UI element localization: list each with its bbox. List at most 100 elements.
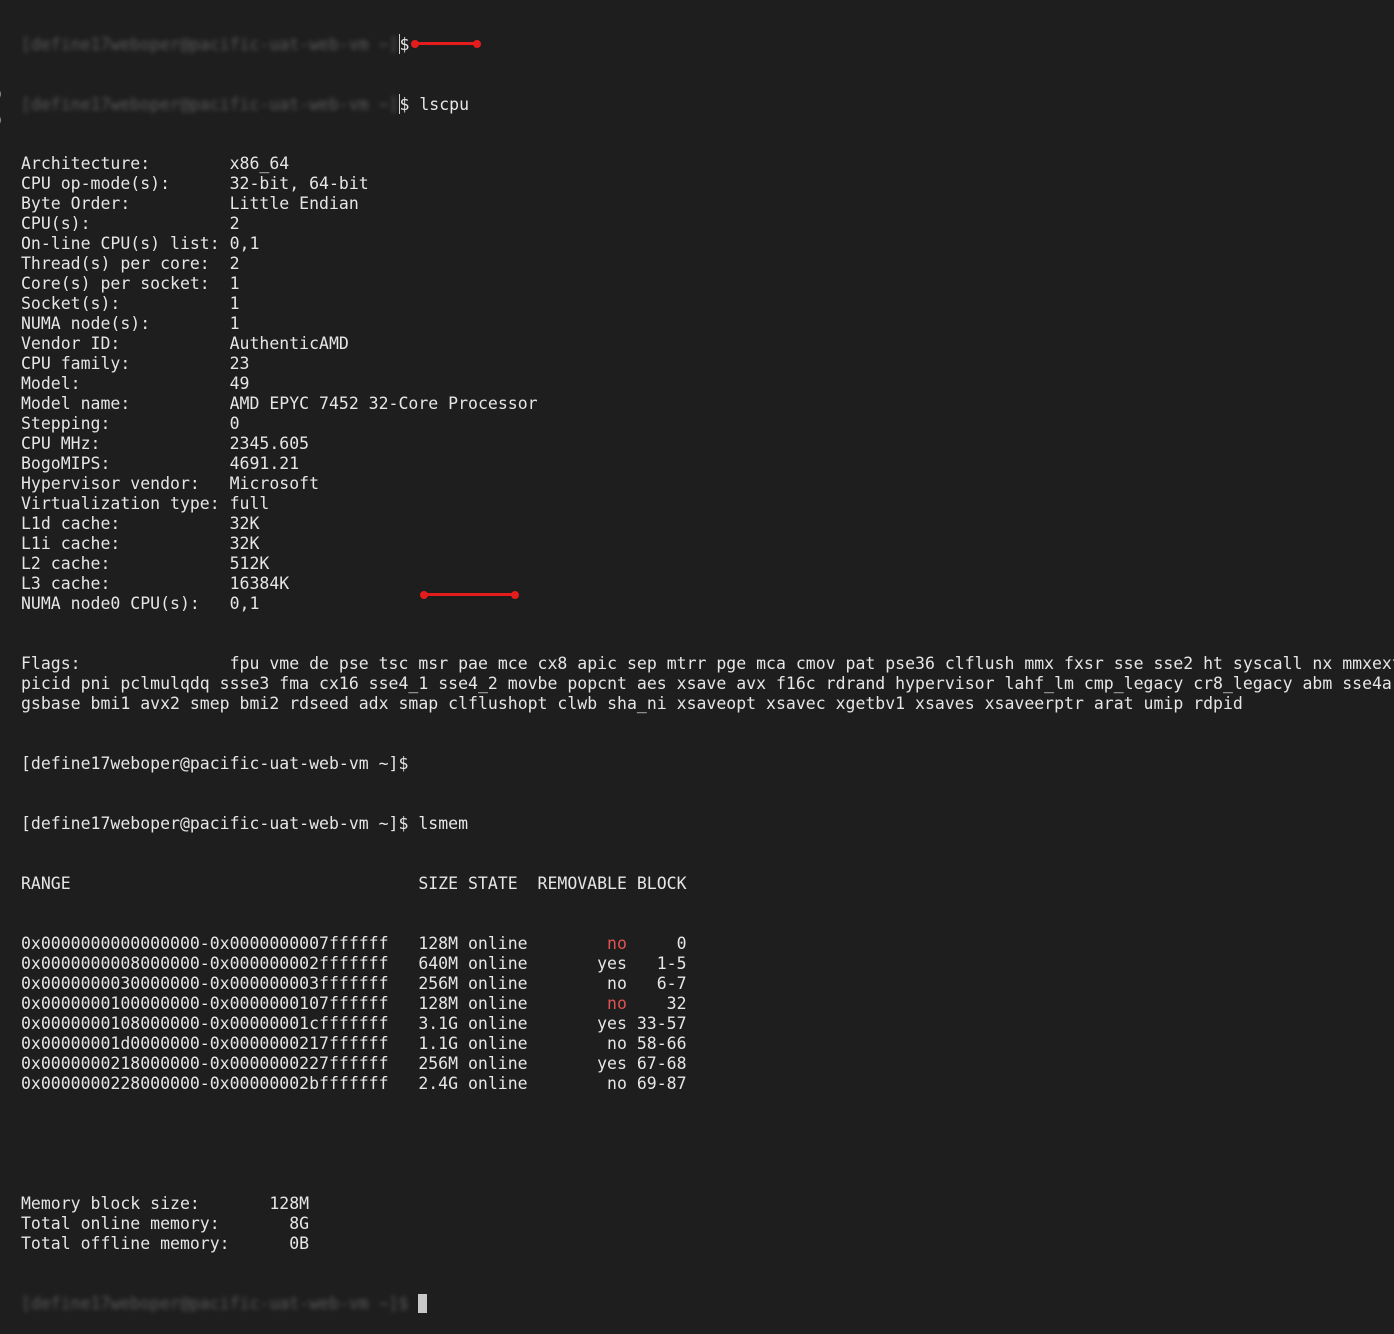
lscpu-value: 0 (229, 414, 240, 433)
lscpu-key: Core(s) per socket: (21, 274, 210, 293)
flags-key: Flags: (21, 654, 81, 673)
block-cell: 0 (676, 934, 687, 953)
block-cell: 67-68 (636, 1054, 687, 1073)
size-cell: 2.4G (418, 1074, 459, 1093)
table-row: 0x0000000000000000-0x0000000007ffffff 128… (21, 934, 1394, 954)
blurred-prompt: [define17weboper@pacific-uat-web-vm ~] (21, 95, 399, 114)
removable-cell: yes (597, 1054, 627, 1073)
lscpu-value: 512K (229, 554, 270, 573)
lscpu-value: 23 (229, 354, 250, 373)
lscpu-value: 0,1 (229, 234, 260, 253)
lscpu-line: Virtualization type: full (21, 494, 1394, 514)
lscpu-line: L2 cache: 512K (21, 554, 1394, 574)
lscpu-value: 2 (229, 214, 240, 233)
removable-cell: yes (597, 954, 627, 973)
null (458, 1014, 468, 1033)
null (458, 1074, 468, 1093)
null (458, 994, 468, 1013)
lscpu-value: 2 (229, 254, 240, 273)
range-cell: 0x0000000228000000-0x00000002bfffffff (21, 1074, 389, 1093)
lscpu-value: 32K (229, 514, 260, 533)
lscpu-key: Model: (21, 374, 81, 393)
window-left-edge: ) ) (0, 0, 8, 886)
removable-cell: no (607, 1074, 627, 1093)
prompt-suffix: $ (399, 95, 420, 114)
command-text: lsmem (418, 814, 469, 833)
lscpu-key: Vendor ID: (21, 334, 121, 353)
lscpu-key: BogoMIPS: (21, 454, 111, 473)
state-cell: online (468, 974, 528, 993)
lscpu-key: CPU op-mode(s): (21, 174, 171, 193)
lscpu-key: Hypervisor vendor: (21, 474, 200, 493)
table-row: 0x0000000100000000-0x0000000107ffffff 128… (21, 994, 1394, 1014)
summary-value: 128M (269, 1194, 310, 1213)
header-block: BLOCK (636, 874, 687, 893)
lscpu-line: Model name: AMD EPYC 7452 32-Core Process… (21, 394, 1394, 414)
header-removable: REMOVABLE (537, 874, 627, 893)
lscpu-key: L3 cache: (21, 574, 111, 593)
null (458, 1034, 468, 1053)
block-cell: 6-7 (656, 974, 687, 993)
summary-key: Total online memory: (21, 1214, 220, 1233)
range-cell: 0x0000000030000000-0x000000003fffffff (21, 974, 389, 993)
lscpu-key: Virtualization type: (21, 494, 220, 513)
table-row: 0x0000000008000000-0x000000002fffffff 640… (21, 954, 1394, 974)
lscpu-key: Architecture: (21, 154, 151, 173)
prompt-line-blurred: [define17weboper@pacific-uat-web-vm ~]$ (21, 34, 1394, 54)
removable-cell: no (607, 934, 627, 953)
summary-value: 8G (289, 1214, 310, 1233)
state-cell: online (468, 994, 528, 1013)
state-cell: online (468, 1054, 528, 1073)
lscpu-line: CPU MHz: 2345.605 (21, 434, 1394, 454)
state-cell: online (468, 934, 528, 953)
state-cell: online (468, 1074, 528, 1093)
summary-value: 0B (289, 1234, 310, 1253)
lscpu-line: CPU op-mode(s): 32-bit, 64-bit (21, 174, 1394, 194)
lscpu-line: Socket(s): 1 (21, 294, 1394, 314)
block-cell: 1-5 (656, 954, 687, 973)
lscpu-value: 0,1 (229, 594, 260, 613)
state-cell: online (468, 1014, 528, 1033)
lscpu-key: On-line CPU(s) list: (21, 234, 220, 253)
lscpu-line: Architecture: x86_64 (21, 154, 1394, 174)
range-cell: 0x0000000108000000-0x00000001cfffffff (21, 1014, 389, 1033)
lscpu-key: Socket(s): (21, 294, 121, 313)
header-state: STATE (468, 874, 518, 893)
lscpu-line: L1i cache: 32K (21, 534, 1394, 554)
flags-line: Flags: fpu vme de pse tsc msr pae mce cx8… (21, 654, 1394, 674)
summary-line: Total online memory: 8G (21, 1214, 1394, 1234)
size-cell: 128M (418, 934, 459, 953)
lscpu-key: Thread(s) per core: (21, 254, 210, 273)
lscpu-line: NUMA node(s): 1 (21, 314, 1394, 334)
lscpu-key: L2 cache: (21, 554, 111, 573)
lscpu-key: L1d cache: (21, 514, 121, 533)
cpu-flags: Flags: fpu vme de pse tsc msr pae mce cx8… (21, 654, 1394, 714)
lsmem-table-header: RANGE SIZE STATE REMOVABLE BLOCK (21, 874, 1394, 894)
lscpu-line: Hypervisor vendor: Microsoft (21, 474, 1394, 494)
removable-cell: no (607, 1034, 627, 1053)
flags-line: gsbase bmi1 avx2 smep bmi2 rdseed adx sm… (21, 694, 1394, 714)
annotation-underline-lsmem (420, 590, 519, 599)
terminal-output[interactable]: [define17weboper@pacific-uat-web-vm ~]$ … (21, 0, 1394, 1334)
lscpu-key: Byte Order: (21, 194, 131, 213)
block-cell: 32 (666, 994, 687, 1013)
summary-key: Total offline memory: (21, 1234, 230, 1253)
lscpu-key: CPU family: (21, 354, 131, 373)
prompt-line-current[interactable]: [define17weboper@pacific-uat-web-vm ~]$ (21, 1294, 1394, 1314)
command-line-lsmem: [define17weboper@pacific-uat-web-vm ~]$ … (21, 814, 1394, 834)
range-cell: 0x0000000000000000-0x0000000007ffffff (21, 934, 389, 953)
null (458, 934, 468, 953)
lscpu-line: Thread(s) per core: 2 (21, 254, 1394, 274)
state-cell: online (468, 954, 528, 973)
state-cell: online (468, 1034, 528, 1053)
lscpu-value: Microsoft (229, 474, 320, 493)
lscpu-value: full (229, 494, 270, 513)
flags-text: gsbase bmi1 avx2 smep bmi2 rdseed adx sm… (21, 694, 1243, 713)
range-cell: 0x00000001d0000000-0x0000000217ffffff (21, 1034, 389, 1053)
null (458, 974, 468, 993)
lscpu-line: BogoMIPS: 4691.21 (21, 454, 1394, 474)
lscpu-value: 1 (229, 294, 240, 313)
flags-line: picid pni pclmulqdq ssse3 fma cx16 sse4_… (21, 674, 1394, 694)
table-row: 0x00000001d0000000-0x0000000217ffffff 1.1… (21, 1034, 1394, 1054)
